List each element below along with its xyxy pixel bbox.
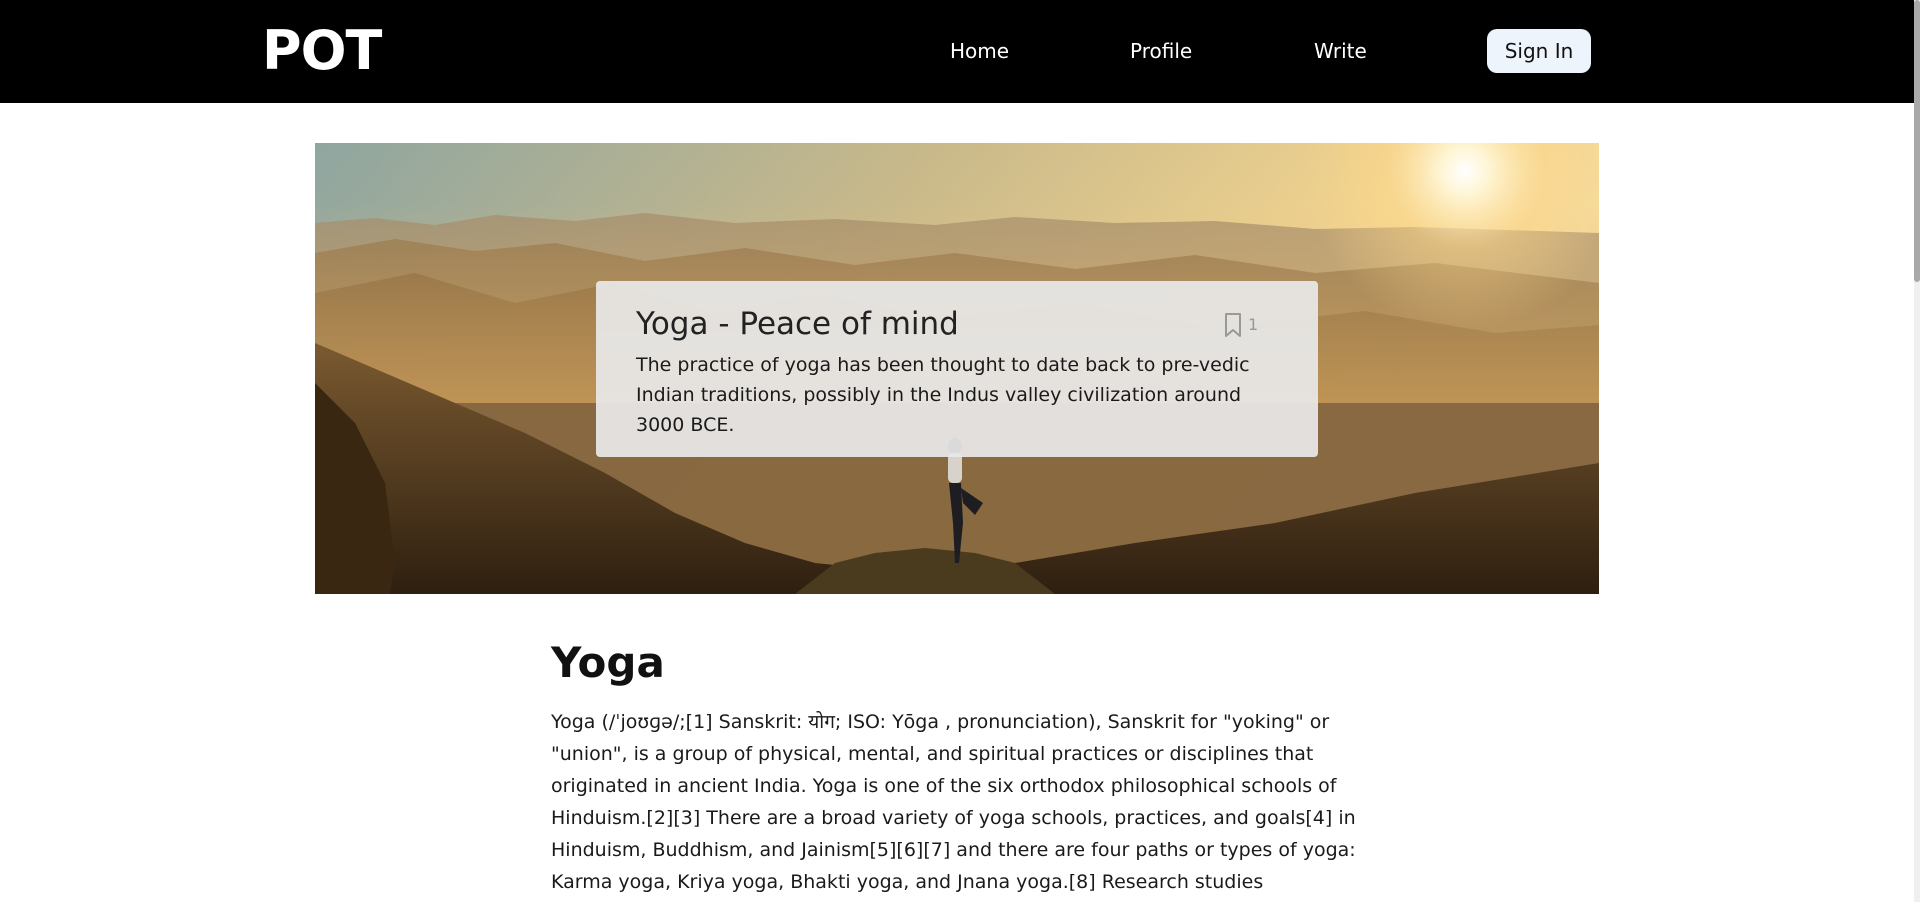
hero-card[interactable]: Yoga - Peace of mind 1 The practice of y… [596,281,1318,457]
card-title: Yoga - Peace of mind [636,306,959,342]
article-title: Yoga [551,638,665,687]
top-navbar: POT Home Profile Write Sign In [0,0,1920,103]
bookmark-count: 1 [1248,315,1259,334]
sign-in-button[interactable]: Sign In [1487,29,1591,73]
nav-home-link[interactable]: Home [950,38,1009,64]
nav-write-link[interactable]: Write [1314,38,1367,64]
scrollbar-thumb[interactable] [1914,0,1920,282]
site-logo[interactable]: POT [262,20,382,82]
card-description: The practice of yoga has been thought to… [636,354,1250,436]
bookmark-icon[interactable] [1222,312,1244,338]
article-body: Yoga (/ˈjoʊɡə/;[1] Sanskrit: योग; ISO: Y… [551,711,1356,893]
nav-profile-link[interactable]: Profile [1130,38,1192,64]
